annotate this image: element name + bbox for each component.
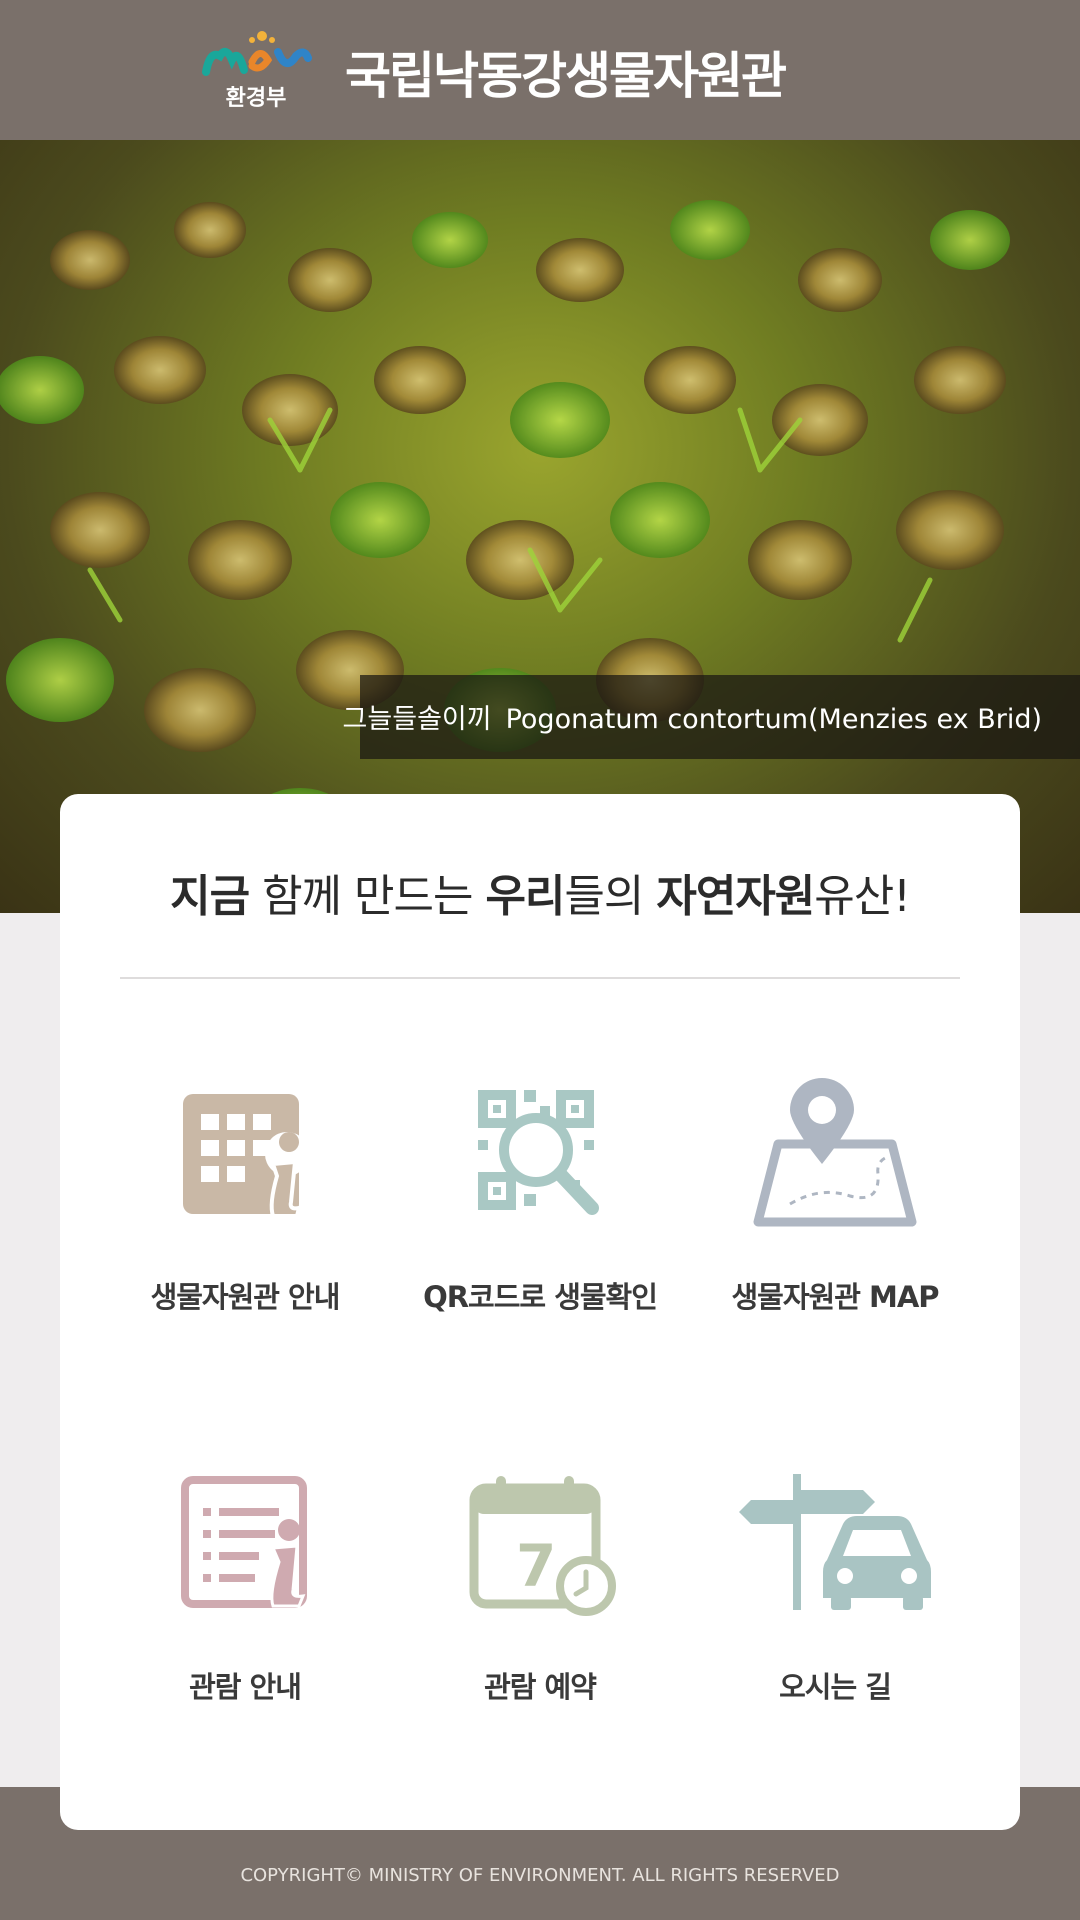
menu-label: 오시는 길 xyxy=(779,1670,892,1704)
menu-item-visit-reservation[interactable]: 7 관람 예약 xyxy=(390,1474,690,1734)
building-info-icon xyxy=(183,1094,309,1218)
copyright-text: COPYRIGHT© MINISTRY OF ENVIRONMENT. ALL … xyxy=(240,1865,840,1886)
menu-item-directions[interactable]: 오시는 길 xyxy=(685,1474,985,1734)
tagline-divider xyxy=(120,977,960,979)
map-pin-icon xyxy=(753,1078,917,1227)
tagline-part: 유산! xyxy=(814,871,911,922)
photo-caption-bar: 그늘들솔이끼 Pogonatum contortum(Menzies ex Bri… xyxy=(343,675,1080,759)
main-menu-card: 지금 함께 만드는 우리들의 자연자원유산! 생물자원관 안내 QR코드로 생물… xyxy=(60,794,1020,1830)
document-info-icon xyxy=(181,1476,307,1608)
tagline: 지금 함께 만드는 우리들의 자연자원유산! xyxy=(60,860,1020,924)
tagline-part: 들의 xyxy=(564,871,657,922)
menu-item-qr-check[interactable]: QR코드로 생물확인 xyxy=(390,1084,690,1344)
menu-label: 관람 안내 xyxy=(189,1670,302,1704)
qr-search-icon xyxy=(478,1090,599,1215)
calendar-icon: 7 xyxy=(469,1476,616,1616)
signpost-car-icon xyxy=(739,1474,931,1610)
site-title: 국립낙동강생물자원관 xyxy=(345,47,787,105)
menu-item-museum-info[interactable]: 생물자원관 안내 xyxy=(95,1084,395,1344)
tagline-part: 자연자원 xyxy=(656,871,815,922)
me-logo-icon xyxy=(202,31,312,76)
menu-item-museum-map[interactable]: 생물자원관 MAP xyxy=(685,1078,985,1344)
caption-korean-name: 그늘들솔이끼 xyxy=(342,704,492,735)
photo-caption: 그늘들솔이끼 Pogonatum contortum(Menzies ex Bri… xyxy=(343,697,1042,736)
site-header: 환경부 국립낙동강생물자원관 xyxy=(0,0,1080,140)
logo-text: 환경부 xyxy=(225,86,287,111)
tagline-part: 함께 만드는 xyxy=(249,871,486,922)
menu-label: 관람 예약 xyxy=(484,1670,597,1704)
ministry-logo[interactable]: 환경부 xyxy=(200,26,312,114)
tagline-part: 지금 xyxy=(170,871,250,922)
svg-text:7: 7 xyxy=(516,1532,556,1600)
caption-scientific-name: Pogonatum contortum(Menzies ex Brid) xyxy=(505,704,1042,735)
tagline-part: 우리 xyxy=(485,871,565,922)
menu-label: 생물자원관 안내 xyxy=(150,1280,341,1314)
menu-label: 생물자원관 MAP xyxy=(731,1280,939,1314)
menu-item-visit-guide[interactable]: 관람 안내 xyxy=(95,1474,395,1734)
menu-label: QR코드로 생물확인 xyxy=(423,1280,658,1314)
